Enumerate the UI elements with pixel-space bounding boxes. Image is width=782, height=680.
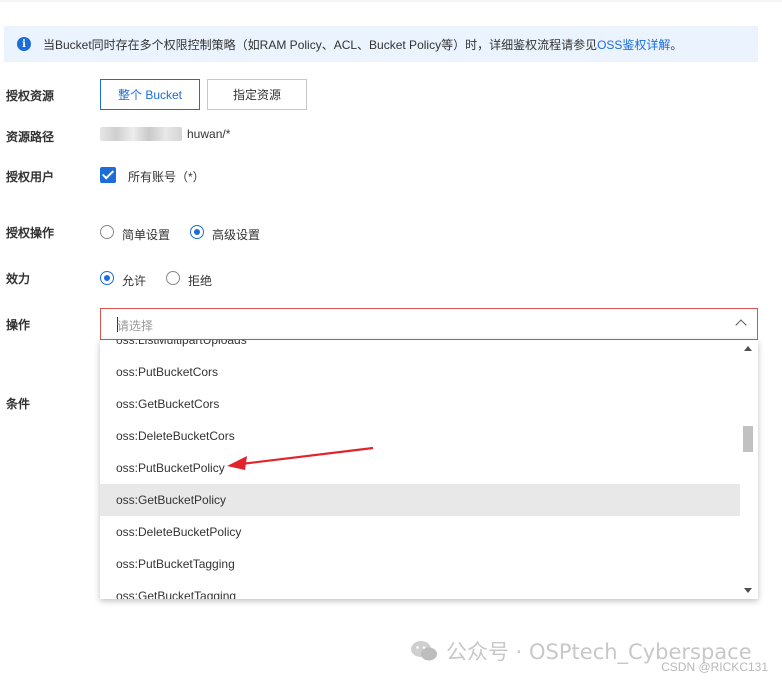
redacted-bucket-name [100,127,182,141]
path-label: 资源路径 [6,130,55,144]
top-divider [0,0,782,2]
scroll-up-arrow-icon[interactable] [744,346,752,351]
advanced-mode-label: 高级设置 [212,228,261,242]
whole-bucket-button[interactable]: 整个 Bucket [100,79,200,110]
dropdown-option-highlighted[interactable]: oss:GetBucketPolicy [100,484,740,516]
action-label: 操作 [6,318,31,332]
dropdown-option[interactable]: oss:PutBucketCors [100,356,740,388]
notice-end: 。 [670,37,683,52]
info-icon: i [17,37,31,51]
all-accounts-checkbox[interactable] [100,167,116,183]
dropdown-option[interactable]: oss:GetBucketTagging [100,580,740,599]
scroll-down-arrow-icon[interactable] [744,588,752,593]
simple-mode-radio[interactable] [100,225,114,239]
action-select[interactable]: 请选择 [100,308,758,340]
specific-resource-button[interactable]: 指定资源 [207,79,307,110]
simple-mode-label: 简单设置 [122,228,171,242]
info-notice: i 当Bucket同时存在多个权限控制策略（如RAM Policy、ACL、Bu… [4,26,758,62]
resource-label: 授权资源 [6,89,55,103]
annotation-arrow-icon [227,446,374,470]
resource-path: huwan/* [100,127,230,141]
chevron-up-icon[interactable] [735,319,747,331]
advanced-mode-radio[interactable] [190,225,204,239]
effect-label: 效力 [6,272,31,286]
dropdown-option-put-bucket-policy[interactable]: oss:PutBucketPolicy [100,452,740,484]
allow-radio[interactable] [100,271,114,285]
dropdown-scrollbar[interactable] [740,340,758,599]
deny-radio[interactable] [166,271,180,285]
dropdown-option[interactable]: oss:ListMultipartUploads [100,340,740,356]
operation-mode-label: 授权操作 [6,226,55,240]
scroll-thumb[interactable] [743,426,753,452]
dropdown-option[interactable]: oss:DeleteBucketPolicy [100,516,740,548]
dropdown-option[interactable]: oss:DeleteBucketCors [100,420,740,452]
condition-label: 条件 [6,397,31,411]
path-value: huwan/* [187,127,231,141]
action-placeholder: 请选择 [117,319,154,333]
action-dropdown: oss:ListMultipartUploads oss:PutBucketCo… [100,340,758,599]
dropdown-option[interactable]: oss:GetBucketCors [100,388,740,420]
allow-label: 允许 [122,274,147,288]
deny-label: 拒绝 [188,274,213,288]
dropdown-option[interactable]: oss:PutBucketTagging [100,548,740,580]
wechat-icon [411,641,437,661]
all-accounts-label: 所有账号（*） [128,170,205,184]
auth-detail-link[interactable]: OSS鉴权详解 [597,36,670,53]
user-label: 授权用户 [6,170,55,184]
notice-text: 当Bucket同时存在多个权限控制策略（如RAM Policy、ACL、Buck… [43,37,598,52]
csdn-credit: CSDN @RICKC131 [661,660,768,674]
